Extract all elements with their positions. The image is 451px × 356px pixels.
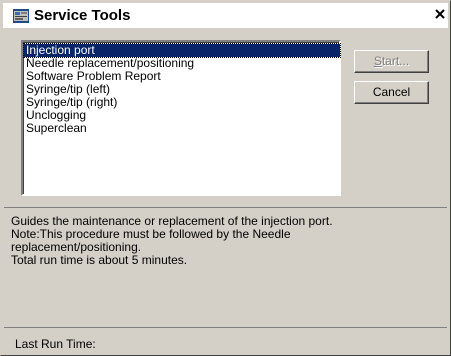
title-bar[interactable]: Service Tools: [3, 3, 448, 28]
window-title: Service Tools: [34, 7, 131, 24]
close-icon[interactable]: [432, 7, 448, 23]
start-button[interactable]: Start...: [354, 50, 429, 73]
last-run-time-label: Last Run Time:: [15, 337, 96, 351]
service-tools-dialog: Service Tools Injection port Needle repla…: [0, 0, 451, 356]
procedure-list[interactable]: Injection port Needle replacement/positio…: [21, 40, 341, 196]
procedure-description: Guides the maintenance or replacement of…: [11, 214, 333, 267]
status-bar: Last Run Time:: [4, 327, 447, 354]
list-item[interactable]: Superclean: [24, 122, 339, 135]
cancel-button[interactable]: Cancel: [354, 81, 429, 104]
description-panel: Guides the maintenance or replacement of…: [4, 207, 447, 325]
service-tools-app-icon: [13, 8, 29, 23]
start-button-label: Start...: [373, 54, 410, 68]
procedure-panel: Injection port Needle replacement/positio…: [4, 29, 447, 205]
